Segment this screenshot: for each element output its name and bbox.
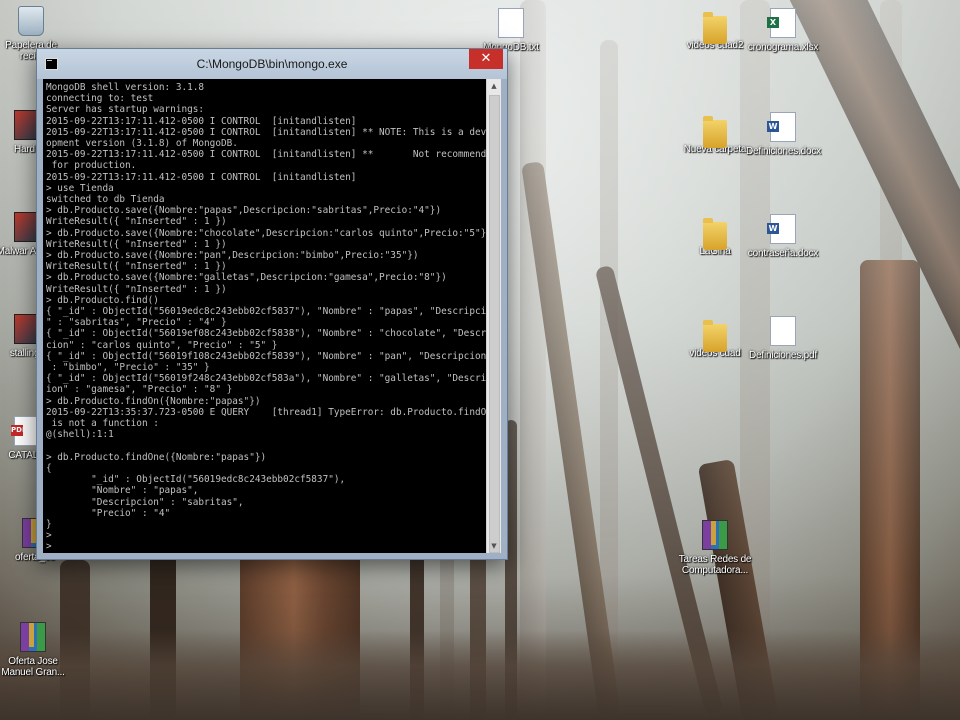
desktop-icon-label: Oferta Jose Manuel Gran... bbox=[1, 656, 65, 678]
text-file-icon bbox=[498, 8, 524, 38]
console-line: switched to db Tienda bbox=[46, 194, 165, 206]
console-line: > bbox=[46, 541, 52, 553]
desktop-icon-definiciones-pdf[interactable]: Definiciones.pdf bbox=[746, 316, 820, 361]
console-line: { "_id" : ObjectId("56019f248c243ebb02cf… bbox=[46, 373, 487, 385]
console-line: > db.Producto.findOne({Nombre:"papas"}) bbox=[46, 451, 267, 463]
desktop-icon-nueva-carpeta[interactable]: Nueva carpeta bbox=[678, 112, 752, 155]
close-button[interactable]: ✕ bbox=[469, 49, 503, 69]
mongo-console-window[interactable]: C:\MongoDB\bin\mongo.exe ✕ MongoDB shell… bbox=[36, 48, 508, 560]
console-line: 2015-09-22T13:17:11.412-0500 I CONTROL [… bbox=[46, 171, 357, 183]
console-line: > db.Producto.save({Nombre:"chocolate",D… bbox=[46, 227, 487, 239]
window-title: C:\MongoDB\bin\mongo.exe bbox=[196, 57, 348, 71]
desktop-icon-label: Tareas Redes de Computadora... bbox=[678, 554, 752, 576]
console-line: { "_id" : ObjectId("56019f108c243ebb02cf… bbox=[46, 350, 487, 362]
console-line: for production. bbox=[51, 160, 137, 172]
console-line: "Precio" : "4" bbox=[91, 507, 171, 519]
console-line: "Descripcion" : "sabritas", bbox=[91, 496, 244, 508]
console-line: { "_id" : ObjectId("56019ef08c243ebb02cf… bbox=[46, 328, 487, 340]
word-file-icon: W bbox=[767, 214, 796, 244]
folder-icon bbox=[703, 12, 727, 44]
desktop-icon-tareas-redes[interactable]: Tareas Redes de Computadora... bbox=[678, 520, 752, 576]
console-line: > db.Producto.save({Nombre:"galletas",De… bbox=[46, 272, 447, 284]
recycle-bin-icon bbox=[18, 6, 44, 36]
console-line: WriteResult({ "nInserted" : 1 }) bbox=[46, 216, 227, 228]
desktop-icon-cronograma[interactable]: X cronograma.xlsx bbox=[746, 8, 820, 53]
console-line: "_id" : ObjectId("56019edc8c243ebb02cf58… bbox=[91, 474, 346, 486]
console-line: > db.Producto.save({Nombre:"papas",Descr… bbox=[46, 205, 442, 217]
console-line: > db.Producto.save({Nombre:"pan",Descrip… bbox=[46, 250, 419, 262]
console-line: > db.Producto.findOn({Nombre:"papas"}) bbox=[46, 395, 261, 407]
desktop-icon-videos-cuad2[interactable]: videos cuad2 bbox=[678, 8, 752, 51]
scroll-down-arrow-icon[interactable]: ▼ bbox=[487, 539, 501, 553]
console-line: > db.Producto.find() bbox=[46, 294, 159, 306]
window-titlebar[interactable]: C:\MongoDB\bin\mongo.exe ✕ bbox=[37, 49, 507, 79]
console-line: { "_id" : ObjectId("56019edc8c243ebb02cf… bbox=[46, 306, 487, 318]
desktop-icon-definiciones-docx[interactable]: W Definiciones.docx bbox=[746, 112, 821, 157]
vertical-scrollbar[interactable]: ▲ ▼ bbox=[486, 79, 501, 553]
console-line: WriteResult({ "nInserted" : 1 }) bbox=[46, 261, 227, 273]
console-line: > bbox=[46, 530, 52, 542]
scroll-up-arrow-icon[interactable]: ▲ bbox=[487, 79, 501, 93]
console-line: MongoDB shell version: 3.1.8 bbox=[46, 82, 205, 93]
console-line: cion" : "carlos quinto", "Precio" : "5" … bbox=[46, 339, 278, 351]
console-line: WriteResult({ "nInserted" : 1 }) bbox=[46, 238, 227, 250]
console-text: MongoDB shell version: 3.1.8 connecting … bbox=[43, 79, 487, 553]
desktop-icon-label: contraseña.docx bbox=[747, 248, 819, 259]
folder-icon bbox=[703, 218, 727, 250]
console-output[interactable]: MongoDB shell version: 3.1.8 connecting … bbox=[43, 79, 487, 553]
console-line: : "bimbo", "Precio" : "35" } bbox=[51, 362, 210, 374]
console-line: 2015-09-22T13:17:11.412-0500 I CONTROL [… bbox=[46, 149, 487, 161]
console-line: "Nombre" : "papas", bbox=[91, 485, 199, 497]
console-line: ion" : "gamesa", "Precio" : "8" } bbox=[46, 384, 233, 396]
rar-archive-icon bbox=[702, 520, 728, 550]
console-line: 2015-09-22T13:35:37.723-0500 E QUERY [th… bbox=[46, 406, 487, 418]
folder-icon bbox=[703, 116, 727, 148]
console-line: " : "sabritas", "Precio" : "4" } bbox=[46, 317, 227, 329]
console-line: 2015-09-22T13:17:11.412-0500 I CONTROL [… bbox=[46, 115, 357, 127]
console-line: WriteResult({ "nInserted" : 1 }) bbox=[46, 283, 227, 295]
rar-archive-icon bbox=[20, 622, 46, 652]
excel-file-icon: X bbox=[767, 8, 796, 38]
console-line: opment version (3.1.8) of MongoDB. bbox=[46, 138, 238, 150]
desktop-icon-lagina[interactable]: LaGina bbox=[678, 214, 752, 257]
desktop-icon-videos-cuad[interactable]: videos cuad bbox=[678, 316, 752, 359]
desktop-icon-label: Definiciones.pdf bbox=[749, 350, 817, 361]
desktop-icon-label: cronograma.xlsx bbox=[747, 42, 819, 53]
word-file-icon: W bbox=[767, 112, 796, 142]
desktop-icon-mongodb-txt[interactable]: MongoDB.txt bbox=[474, 8, 548, 53]
desktop-icon-contrasena[interactable]: W contraseña.docx bbox=[746, 214, 820, 259]
console-line: 2015-09-22T13:17:11.412-0500 I CONTROL [… bbox=[46, 126, 487, 138]
console-line: Server has startup warnings: bbox=[46, 104, 205, 116]
console-line: > use Tienda bbox=[46, 182, 114, 194]
console-line: connecting to: test bbox=[46, 93, 154, 105]
scrollbar-thumb[interactable] bbox=[489, 95, 500, 553]
console-line: is not a function : bbox=[51, 418, 159, 430]
pdf-file-icon bbox=[770, 316, 796, 346]
console-line: @(shell):1:1 bbox=[46, 429, 114, 441]
desktop-icon-label: Definiciones.docx bbox=[746, 146, 821, 157]
folder-icon bbox=[703, 320, 727, 352]
console-line: { bbox=[46, 462, 52, 474]
console-line: } bbox=[46, 518, 52, 530]
desktop-icon-oferta-jose[interactable]: Oferta Jose Manuel Gran... bbox=[0, 622, 70, 678]
